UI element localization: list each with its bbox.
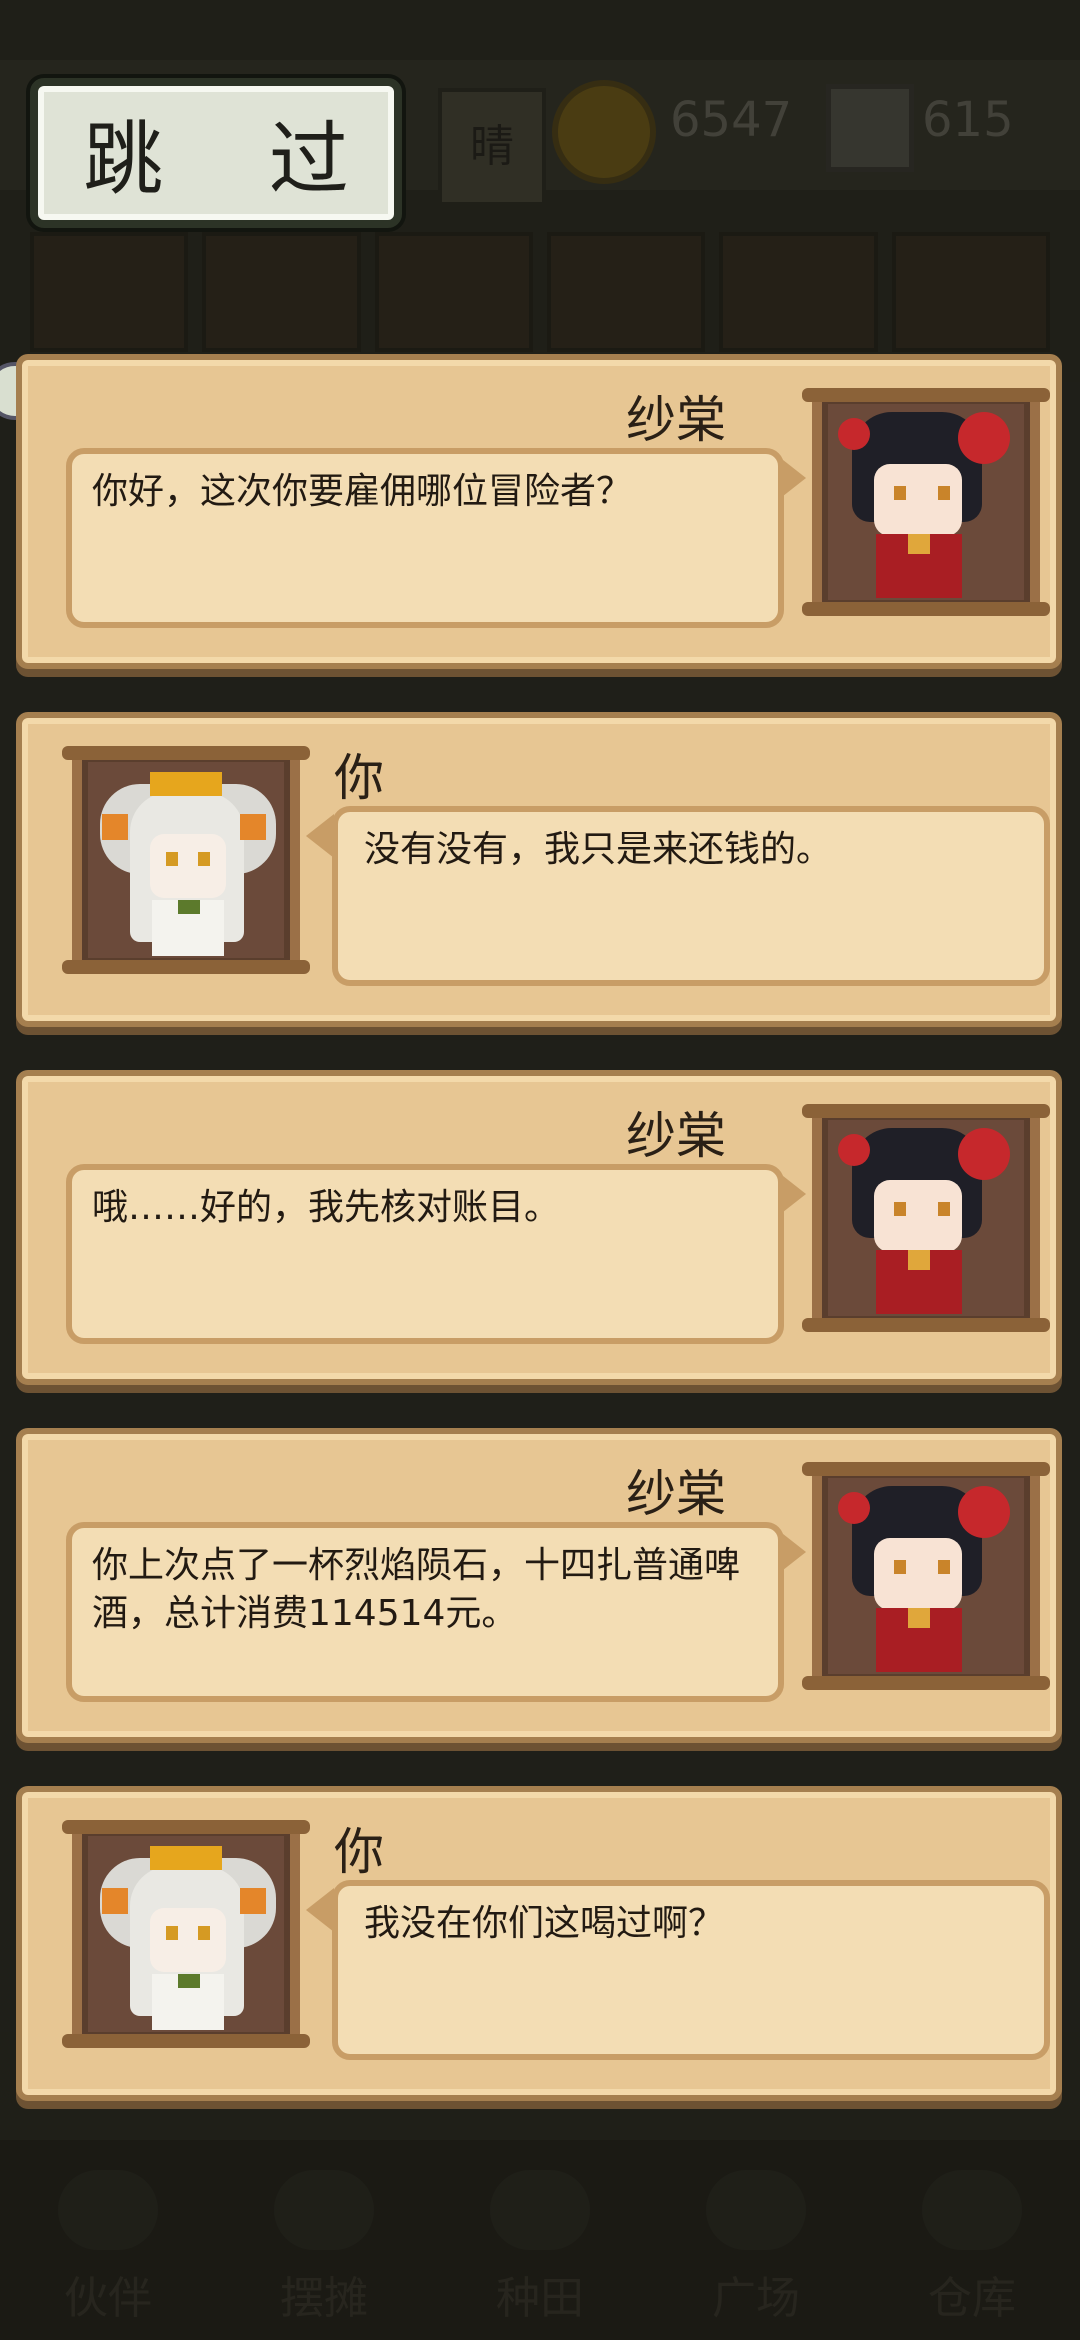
speaker-name: 纱棠 bbox=[626, 1107, 726, 1165]
player-avatar bbox=[90, 1838, 282, 2030]
money-value: 6547 bbox=[670, 92, 793, 148]
nav-item-partners: 伙伴 bbox=[13, 2150, 203, 2340]
weather-indicator: 晴 bbox=[438, 88, 546, 206]
portrait-shatang bbox=[802, 1462, 1050, 1690]
skip-button[interactable]: 跳 过 bbox=[30, 78, 402, 228]
dialogue-card: 你 没有没有，我只是来还钱的。 bbox=[16, 712, 1062, 1027]
nav-label: 伙伴 bbox=[64, 2273, 152, 2324]
dialogue-card: 纱棠 哦……好的，我先核对账目。 bbox=[16, 1070, 1062, 1385]
shelf-slot bbox=[891, 232, 1050, 352]
dialogue-card: 纱棠 你好，这次你要雇佣哪位冒险者？ bbox=[16, 354, 1062, 669]
nav-label: 摆摊 bbox=[280, 2273, 368, 2324]
speaker-name: 你 bbox=[334, 1823, 384, 1881]
shelf-slot bbox=[202, 232, 361, 352]
game-screen: 晴 6547 615 伙伴 摆摊 种田 广场 仓库 跳 过 纱棠 你好，这次你要… bbox=[0, 0, 1080, 2340]
gem-value: 615 bbox=[922, 92, 1014, 148]
shelf-slot bbox=[30, 232, 189, 352]
nav-item-plaza: 广场 bbox=[661, 2150, 851, 2340]
speech-bubble: 你好，这次你要雇佣哪位冒险者？ bbox=[66, 448, 784, 628]
bottom-nav: 伙伴 摆摊 种田 广场 仓库 bbox=[0, 2140, 1080, 2340]
shatang-avatar bbox=[830, 406, 1022, 598]
nav-item-warehouse: 仓库 bbox=[877, 2150, 1067, 2340]
shelf-slot bbox=[719, 232, 878, 352]
portrait-you bbox=[62, 746, 310, 974]
speaker-name: 纱棠 bbox=[626, 1465, 726, 1523]
speech-bubble: 我没在你们这喝过啊？ bbox=[332, 1880, 1050, 2060]
speech-bubble: 哦……好的，我先核对账目。 bbox=[66, 1164, 784, 1344]
bubble-tail bbox=[778, 1172, 806, 1216]
nav-item-stall: 摆摊 bbox=[229, 2150, 419, 2340]
item-shelf bbox=[30, 232, 1050, 352]
portrait-you bbox=[62, 1820, 310, 2048]
shelf-slot bbox=[374, 232, 533, 352]
bubble-tail bbox=[306, 1888, 334, 1932]
nav-label: 仓库 bbox=[928, 2273, 1016, 2324]
coin-icon bbox=[552, 80, 656, 184]
bubble-tail bbox=[778, 456, 806, 500]
nav-item-farm: 种田 bbox=[445, 2150, 635, 2340]
speaker-name: 纱棠 bbox=[626, 391, 726, 449]
gem-icon bbox=[826, 84, 914, 172]
warehouse-icon bbox=[922, 2170, 1022, 2250]
farm-icon bbox=[490, 2170, 590, 2250]
speech-bubble: 没有没有，我只是来还钱的。 bbox=[332, 806, 1050, 986]
dialogue-card: 你 我没在你们这喝过啊？ bbox=[16, 1786, 1062, 2101]
bubble-tail bbox=[306, 814, 334, 858]
speaker-name: 你 bbox=[334, 749, 384, 807]
shelf-slot bbox=[546, 232, 706, 352]
nav-label: 种田 bbox=[496, 2273, 584, 2324]
player-avatar bbox=[90, 764, 282, 956]
nav-label: 广场 bbox=[712, 2273, 800, 2324]
speech-bubble: 你上次点了一杯烈焰陨石，十四扎普通啤酒，总计消费114514元。 bbox=[66, 1522, 784, 1702]
shatang-avatar bbox=[830, 1122, 1022, 1314]
plaza-icon bbox=[706, 2170, 806, 2250]
shatang-avatar bbox=[830, 1480, 1022, 1672]
partners-icon bbox=[58, 2170, 158, 2250]
bubble-tail bbox=[778, 1530, 806, 1574]
stall-icon bbox=[274, 2170, 374, 2250]
portrait-shatang bbox=[802, 1104, 1050, 1332]
dialogue-card: 纱棠 你上次点了一杯烈焰陨石，十四扎普通啤酒，总计消费114514元。 bbox=[16, 1428, 1062, 1743]
portrait-shatang bbox=[802, 388, 1050, 616]
